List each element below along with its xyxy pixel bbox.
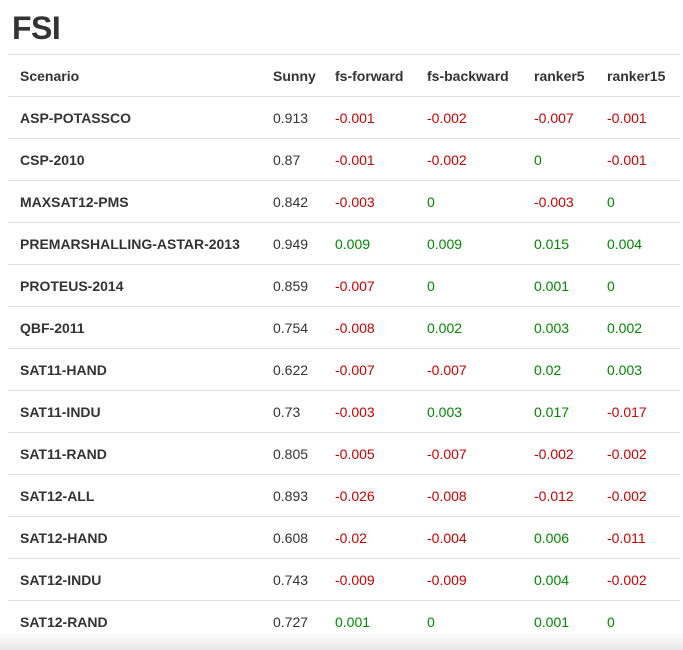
cell-ranker15: 0.002 (595, 306, 680, 349)
cell-sunny: 0.913 (261, 96, 323, 139)
cell-sunny: 0.87 (261, 138, 323, 181)
cell-fs-forward: -0.008 (323, 306, 415, 349)
table-row: PREMARSHALLING-ASTAR-2013 0.949 0.009 0.009… (8, 222, 680, 265)
cell-scenario: ASP-POTASSCO (8, 96, 261, 139)
table-row: QBF-2011 0.754 -0.008 0.002 0.003 0.002 (8, 306, 680, 349)
cell-ranker5: 0.001 (522, 264, 595, 307)
cell-sunny: 0.859 (261, 264, 323, 307)
results-table: Scenario Sunny fs-forward fs-backward ra… (8, 54, 680, 642)
table-row: MAXSAT12-PMS 0.842 -0.003 0 -0.003 0 (8, 180, 680, 223)
table-row: ASP-POTASSCO 0.913 -0.001 -0.002 -0.007 -0.00… (8, 96, 680, 139)
cell-scenario: SAT12-INDU (8, 558, 261, 601)
cell-ranker5: 0.02 (522, 348, 595, 391)
table-body: ASP-POTASSCO 0.913 -0.001 -0.002 -0.007 -0.00… (8, 96, 680, 642)
cell-fs-forward: -0.02 (323, 516, 415, 559)
cell-fs-backward: -0.007 (415, 348, 522, 391)
cell-sunny: 0.754 (261, 306, 323, 349)
cell-sunny: 0.949 (261, 222, 323, 265)
cell-fs-backward: 0 (415, 264, 522, 307)
cell-fs-backward: -0.008 (415, 474, 522, 517)
cell-scenario: PREMARSHALLING-ASTAR-2013 (8, 222, 261, 265)
cell-fs-forward: -0.005 (323, 432, 415, 475)
cell-ranker5: 0.006 (522, 516, 595, 559)
column-header-fs-forward: fs-forward (323, 54, 415, 97)
cell-fs-backward: 0 (415, 180, 522, 223)
table-row: SAT11-INDU 0.73 -0.003 0.003 0.017 -0.017 (8, 390, 680, 433)
table-row: SAT12-INDU 0.743 -0.009 -0.009 0.004 -0.002 (8, 558, 680, 601)
cell-ranker5: -0.003 (522, 180, 595, 223)
cell-sunny: 0.893 (261, 474, 323, 517)
cell-fs-forward: 0.009 (323, 222, 415, 265)
column-header-ranker5: ranker5 (522, 54, 595, 97)
cell-ranker5: 0.003 (522, 306, 595, 349)
table-row: SAT12-HAND 0.608 -0.02 -0.004 0.006 -0.011 (8, 516, 680, 559)
bottom-fade (0, 632, 683, 650)
cell-ranker5: -0.002 (522, 432, 595, 475)
cell-sunny: 0.608 (261, 516, 323, 559)
column-header-sunny: Sunny (261, 54, 323, 97)
cell-scenario: QBF-2011 (8, 306, 261, 349)
cell-fs-backward: -0.002 (415, 138, 522, 181)
cell-scenario: SAT12-ALL (8, 474, 261, 517)
cell-scenario: SAT11-INDU (8, 390, 261, 433)
cell-fs-forward: -0.009 (323, 558, 415, 601)
cell-fs-backward: 0.009 (415, 222, 522, 265)
column-header-ranker15: ranker15 (595, 54, 680, 97)
cell-ranker5: -0.012 (522, 474, 595, 517)
cell-ranker15: -0.002 (595, 432, 680, 475)
cell-fs-forward: -0.001 (323, 96, 415, 139)
cell-scenario: SAT12-HAND (8, 516, 261, 559)
cell-fs-forward: -0.003 (323, 180, 415, 223)
cell-fs-backward: -0.004 (415, 516, 522, 559)
cell-fs-forward: -0.007 (323, 348, 415, 391)
table-row: SAT12-ALL 0.893 -0.026 -0.008 -0.012 -0.002 (8, 474, 680, 517)
cell-fs-backward: -0.009 (415, 558, 522, 601)
cell-ranker15: -0.011 (595, 516, 680, 559)
cell-ranker15: 0 (595, 264, 680, 307)
cell-fs-backward: 0.002 (415, 306, 522, 349)
cell-sunny: 0.622 (261, 348, 323, 391)
table-row: SAT11-HAND 0.622 -0.007 -0.007 0.02 0.003 (8, 348, 680, 391)
table-row: SAT11-RAND 0.805 -0.005 -0.007 -0.002 -0.002 (8, 432, 680, 475)
cell-ranker5: 0 (522, 138, 595, 181)
cell-scenario: SAT11-HAND (8, 348, 261, 391)
cell-scenario: SAT11-RAND (8, 432, 261, 475)
cell-sunny: 0.73 (261, 390, 323, 433)
column-header-scenario: Scenario (8, 54, 261, 97)
cell-ranker15: -0.002 (595, 558, 680, 601)
page-title: FSI (12, 10, 61, 46)
cell-ranker15: 0 (595, 180, 680, 223)
column-header-fs-backward: fs-backward (415, 54, 522, 97)
cell-ranker15: 0.003 (595, 348, 680, 391)
cell-sunny: 0.743 (261, 558, 323, 601)
cell-sunny: 0.842 (261, 180, 323, 223)
cell-ranker15: 0.004 (595, 222, 680, 265)
table-row: PROTEUS-2014 0.859 -0.007 0 0.001 0 (8, 264, 680, 307)
cell-ranker15: -0.017 (595, 390, 680, 433)
cell-scenario: CSP-2010 (8, 138, 261, 181)
table-header-row: Scenario Sunny fs-forward fs-backward ra… (8, 54, 680, 97)
cell-fs-backward: 0.003 (415, 390, 522, 433)
cell-fs-forward: -0.001 (323, 138, 415, 181)
cell-ranker5: 0.017 (522, 390, 595, 433)
cell-scenario: MAXSAT12-PMS (8, 180, 261, 223)
cell-sunny: 0.805 (261, 432, 323, 475)
table-row: CSP-2010 0.87 -0.001 -0.002 0 -0.001 (8, 138, 680, 181)
cell-ranker5: 0.015 (522, 222, 595, 265)
cell-ranker15: -0.001 (595, 96, 680, 139)
cell-fs-backward: -0.007 (415, 432, 522, 475)
cell-ranker5: -0.007 (522, 96, 595, 139)
cell-fs-backward: -0.002 (415, 96, 522, 139)
cell-ranker15: -0.001 (595, 138, 680, 181)
cell-fs-forward: -0.007 (323, 264, 415, 307)
cell-ranker15: -0.002 (595, 474, 680, 517)
cell-fs-forward: -0.003 (323, 390, 415, 433)
cell-fs-forward: -0.026 (323, 474, 415, 517)
cell-scenario: PROTEUS-2014 (8, 264, 261, 307)
cell-ranker5: 0.004 (522, 558, 595, 601)
